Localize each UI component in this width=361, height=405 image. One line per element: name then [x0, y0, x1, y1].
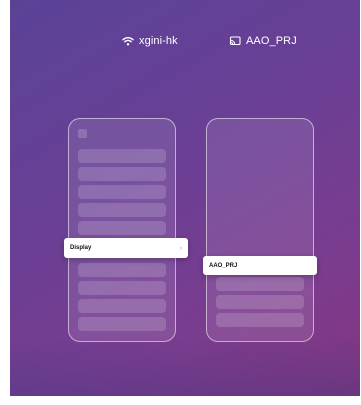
- placeholder-bar: [78, 203, 166, 217]
- placeholder-bar: [78, 167, 166, 181]
- placeholder-bar: [78, 263, 166, 277]
- placeholder-bar: [216, 295, 304, 309]
- wifi-name: xgini-hk: [139, 35, 178, 47]
- placeholder-bar: [78, 185, 166, 199]
- cast-target-name: AAO_PRJ: [246, 35, 297, 47]
- phone-placeholder-square: [78, 129, 87, 138]
- wifi-status: xgini-hk: [122, 35, 178, 47]
- chevron-right-icon: ›: [179, 244, 182, 252]
- device-label: AAO_PRJ: [209, 262, 238, 269]
- placeholder-bar: [216, 313, 304, 327]
- tutorial-screen: xgini-hk AAO_PRJ Display › AAO_PRJ: [10, 0, 360, 396]
- placeholder-bar: [216, 277, 304, 291]
- placeholder-bar: [78, 317, 166, 331]
- display-menu-item: Display ›: [64, 238, 188, 258]
- wifi-icon: [122, 37, 134, 46]
- phone-illustration-device-list: [206, 118, 314, 342]
- placeholder-bar: [78, 281, 166, 295]
- device-list-item: AAO_PRJ: [203, 256, 317, 275]
- display-label: Display: [70, 245, 92, 251]
- placeholder-bar: [78, 299, 166, 313]
- phone-illustration-settings: [68, 118, 176, 342]
- placeholder-bar: [78, 221, 166, 235]
- cast-status: AAO_PRJ: [229, 35, 297, 47]
- screen-cast-icon: [229, 36, 241, 46]
- placeholder-bar: [78, 149, 166, 163]
